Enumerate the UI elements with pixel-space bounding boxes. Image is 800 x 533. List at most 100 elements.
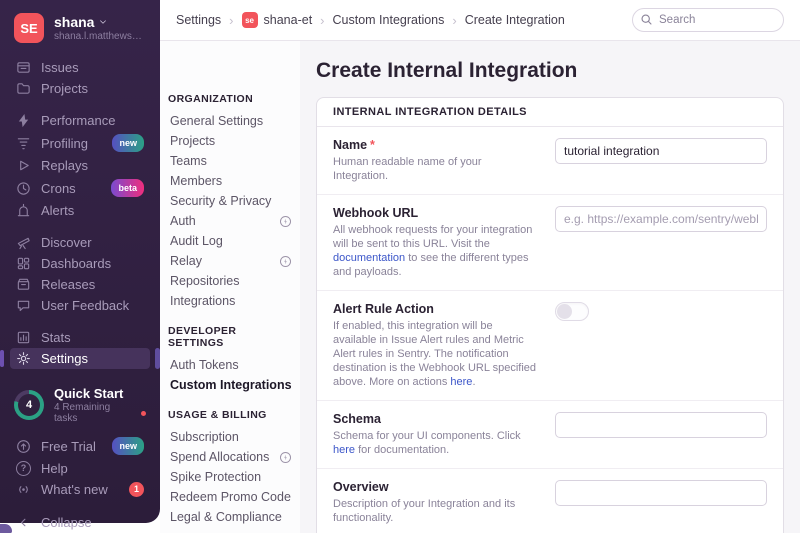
alert-rule-toggle[interactable]	[555, 302, 589, 321]
sidebar-item-help[interactable]: ? Help	[10, 458, 150, 479]
settings-nav: ORGANIZATION General Settings Projects T…	[160, 41, 300, 533]
sidebar-item-issues[interactable]: Issues	[10, 57, 150, 78]
new-badge: new	[112, 134, 144, 152]
overview-input[interactable]	[555, 480, 767, 506]
nav-section-developer-settings: DEVELOPER SETTINGS	[168, 325, 294, 349]
lightning-icon	[16, 113, 31, 128]
nav-section-usage-billing: USAGE & BILLING	[168, 409, 294, 421]
active-indicator-right	[155, 348, 160, 369]
progress-ring: 4	[14, 390, 44, 420]
sidebar-item-whats-new[interactable]: What's new 1	[10, 479, 150, 500]
main-panel: Create Internal Integration INTERNAL INT…	[300, 41, 800, 533]
breadcrumb-settings[interactable]: Settings	[176, 13, 221, 27]
sidebar-item-releases[interactable]: Releases	[10, 274, 150, 295]
page-title: Create Internal Integration	[316, 59, 784, 83]
nav-item-members[interactable]: Members	[168, 171, 294, 191]
sidebar-item-discover[interactable]: Discover	[10, 232, 150, 253]
nav-item-general-settings[interactable]: General Settings	[168, 111, 294, 131]
nav-item-audit-log[interactable]: Audit Log	[168, 231, 294, 251]
top-bar: Settings › se shana-et › Custom Integrat…	[160, 0, 800, 41]
breadcrumb-org[interactable]: se shana-et	[242, 12, 313, 28]
avatar: SE	[14, 13, 44, 43]
breadcrumb-custom-integrations[interactable]: Custom Integrations	[333, 13, 445, 27]
nav-item-spend-allocations[interactable]: Spend Allocations	[168, 447, 294, 467]
search-icon	[640, 13, 653, 26]
overview-help: Description of your Integration and its …	[333, 497, 539, 525]
app-root: SE shana shana.l.matthews@… Issues Proje…	[0, 0, 800, 533]
chevron-left-icon	[16, 515, 31, 530]
documentation-link[interactable]: documentation	[333, 252, 405, 264]
user-menu[interactable]: SE shana shana.l.matthews@…	[0, 0, 160, 53]
sidebar-item-free-trial[interactable]: Free Trial new	[10, 434, 150, 458]
issues-icon	[16, 60, 31, 75]
notification-dot	[141, 411, 146, 416]
name-input[interactable]	[555, 138, 767, 164]
breadcrumb-separator: ›	[320, 13, 324, 28]
sidebar-item-crons[interactable]: Crons beta	[10, 176, 150, 200]
nav-item-auth-tokens[interactable]: Auth Tokens	[168, 355, 294, 375]
nav-item-security-privacy[interactable]: Security & Privacy	[168, 191, 294, 211]
user-name: shana	[54, 14, 94, 30]
chevron-down-icon	[98, 17, 108, 27]
details-panel: INTERNAL INTEGRATION DETAILS Name* Human…	[316, 97, 784, 533]
field-webhook-url: Webhook URL All webhook requests for you…	[317, 195, 783, 291]
play-icon	[16, 158, 31, 173]
nav-item-projects[interactable]: Projects	[168, 131, 294, 151]
progress-count: 4	[18, 394, 40, 416]
org-avatar: se	[242, 12, 258, 28]
breadcrumb-separator: ›	[229, 13, 233, 28]
help-icon: ?	[16, 461, 31, 476]
webhook-url-label: Webhook URL	[333, 206, 539, 220]
upsell-icon	[279, 255, 292, 268]
schema-help: Schema for your UI components. Click her…	[333, 429, 539, 457]
nav-item-relay[interactable]: Relay	[168, 251, 294, 271]
search-box	[632, 8, 784, 32]
siren-icon	[16, 203, 31, 218]
schema-input[interactable]	[555, 412, 767, 438]
sidebar-item-performance[interactable]: Performance	[10, 110, 150, 131]
nav-section-organization: ORGANIZATION	[168, 93, 294, 105]
sidebar-footer: Free Trial new ? Help What's new 1	[0, 434, 160, 506]
here-link[interactable]: here	[450, 376, 472, 388]
archive-box-icon	[16, 277, 31, 292]
sidebar-item-stats[interactable]: Stats	[10, 327, 150, 348]
alert-rule-help: If enabled, this integration will be ava…	[333, 319, 539, 389]
folder-icon	[16, 81, 31, 96]
quick-start[interactable]: 4 Quick Start 4 Remaining tasks	[0, 380, 160, 434]
upsell-icon	[279, 451, 292, 464]
here-link[interactable]: here	[333, 444, 355, 456]
sidebar-collapse-button[interactable]: Collapse	[10, 512, 150, 533]
sidebar-item-settings[interactable]: Settings	[10, 348, 150, 369]
nav-item-legal-compliance[interactable]: Legal & Compliance	[168, 507, 294, 527]
breadcrumb: Settings › se shana-et › Custom Integrat…	[176, 12, 565, 28]
bar-chart-icon	[16, 330, 31, 345]
nav-item-custom-integrations[interactable]: Custom Integrations	[168, 375, 294, 395]
grid-icon	[16, 256, 31, 271]
sidebar-item-user-feedback[interactable]: User Feedback	[10, 295, 150, 316]
details-panel-header: INTERNAL INTEGRATION DETAILS	[317, 98, 783, 127]
sidebar-item-profiling[interactable]: Profiling new	[10, 131, 150, 155]
user-email: shana.l.matthews@…	[54, 31, 146, 42]
nav-item-spike-protection[interactable]: Spike Protection	[168, 467, 294, 487]
nav-item-subscription[interactable]: Subscription	[168, 427, 294, 447]
alert-rule-label: Alert Rule Action	[333, 302, 539, 316]
nav-item-integrations[interactable]: Integrations	[168, 291, 294, 311]
nav-item-teams[interactable]: Teams	[168, 151, 294, 171]
circled-arrow-up-icon	[16, 439, 31, 454]
sidebar-item-projects[interactable]: Projects	[10, 78, 150, 99]
webhook-url-help: All webhook requests for your integratio…	[333, 223, 539, 279]
field-overview: Overview Description of your Integration…	[317, 469, 783, 533]
sidebar-item-alerts[interactable]: Alerts	[10, 200, 150, 221]
upsell-icon	[279, 215, 292, 228]
nav-item-redeem-promo-code[interactable]: Redeem Promo Code	[168, 487, 294, 507]
nav-item-auth[interactable]: Auth	[168, 211, 294, 231]
sidebar-item-replays[interactable]: Replays	[10, 155, 150, 176]
webhook-url-input[interactable]	[555, 206, 767, 232]
sidebar-nav: Issues Projects Performance Profiling ne…	[0, 53, 160, 380]
nav-item-repositories[interactable]: Repositories	[168, 271, 294, 291]
quick-start-subtitle: 4 Remaining tasks	[54, 402, 136, 424]
overview-label: Overview	[333, 480, 539, 494]
toggle-knob	[557, 304, 572, 319]
search-input[interactable]	[632, 8, 784, 32]
sidebar-item-dashboards[interactable]: Dashboards	[10, 253, 150, 274]
